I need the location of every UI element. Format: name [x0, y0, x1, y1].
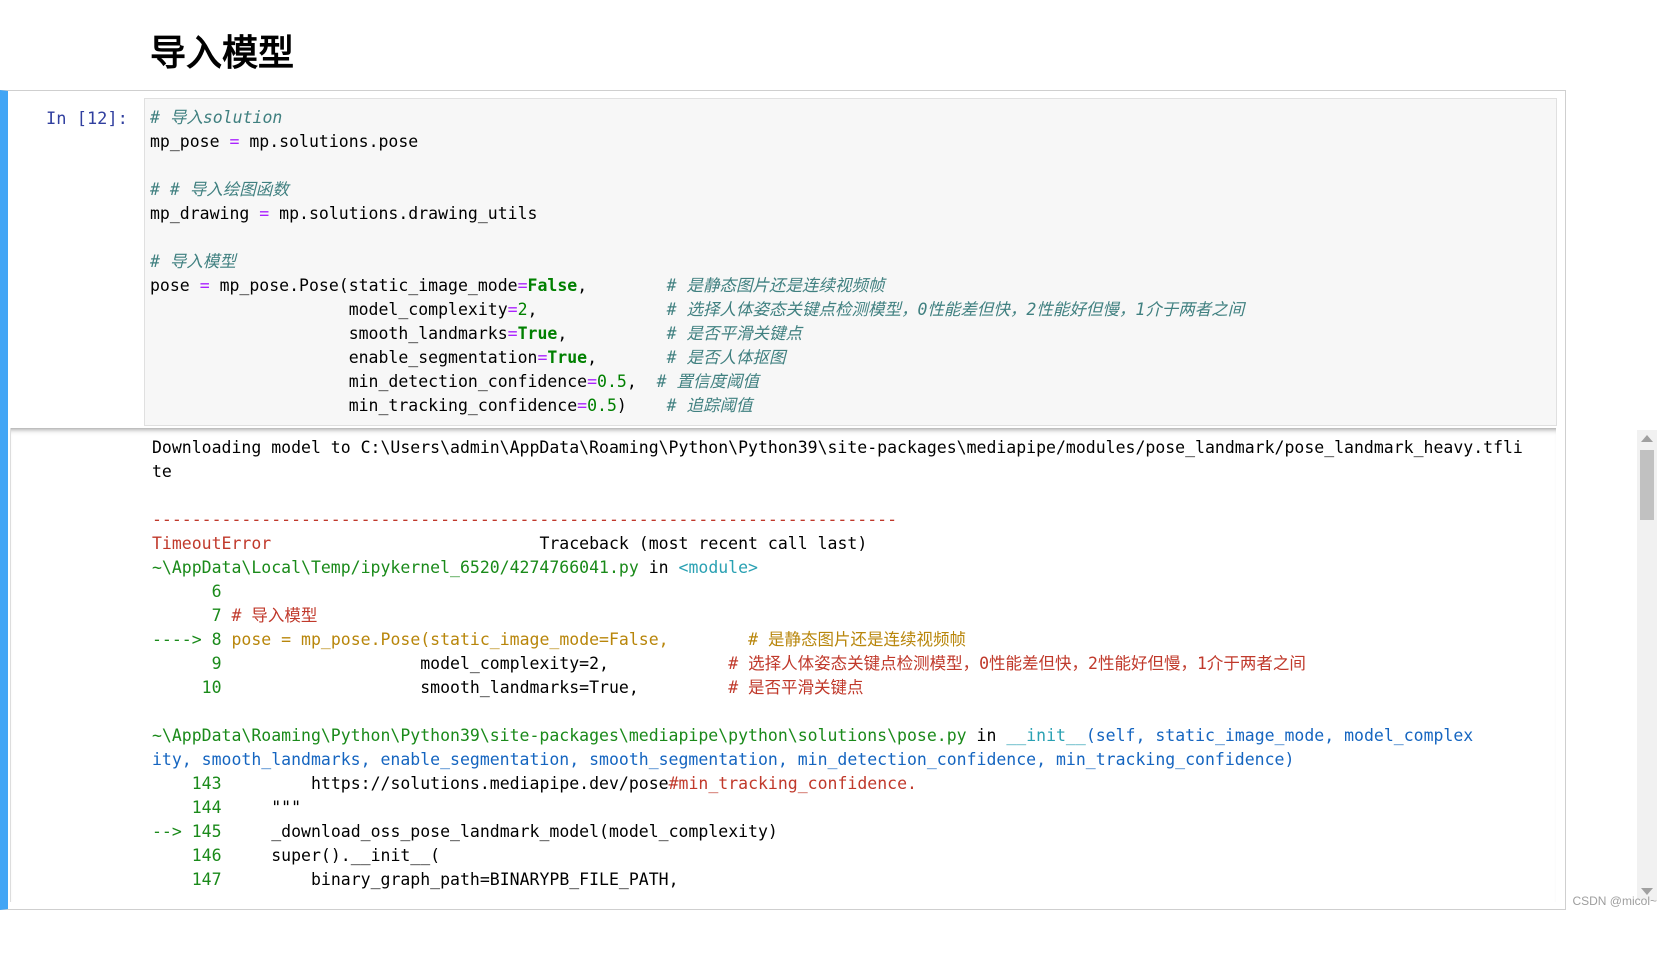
code-text: mp_pose.Pose(static_image_mode [219, 276, 518, 295]
function-signature: (self, static_image_mode, model_complex [1085, 726, 1474, 745]
code-text: pose [150, 276, 190, 295]
code-text: mp.solutions.pose [249, 132, 419, 151]
line-number: 6 [211, 582, 222, 601]
line-number: 147 [191, 870, 222, 889]
operator: = [199, 276, 210, 295]
trace-code: super().__init__( [271, 846, 441, 865]
code-comment: # 导入模型 [150, 252, 236, 271]
code-text: mp_pose [150, 132, 220, 151]
trace-comment: # 是静态图片还是连续视频帧 [748, 630, 966, 649]
keyword: True [547, 348, 588, 367]
line-number: 10 [201, 678, 222, 697]
code-comment: # 是否人体抠图 [666, 348, 786, 367]
traceback-label: Traceback (most recent call last) [539, 534, 868, 553]
trace-comment: # 是否平滑关键点 [728, 678, 864, 697]
code-text: mp_drawing [150, 204, 250, 223]
trace-code: mp_pose.Pose(static_image_mode=False, [301, 630, 669, 649]
section-heading: 导入模型 [150, 33, 295, 74]
operator: = [229, 132, 240, 151]
line-number: 143 [191, 774, 222, 793]
number: 2 [517, 300, 528, 319]
watermark: CSDN @micol~ [1572, 894, 1657, 908]
download-message-wrap: te [152, 462, 172, 481]
traceback-file: ~\AppData\Local\Temp/ipykernel_6520/4274… [152, 558, 639, 577]
function-signature-wrap: ity, smooth_landmarks, enable_segmentati… [152, 750, 1295, 769]
trace-code: #min_tracking_confidence. [668, 774, 917, 793]
code-text: smooth_landmarks [348, 324, 508, 343]
code-comment: # 是静态图片还是连续视频帧 [666, 276, 885, 295]
operator: = [507, 300, 518, 319]
code-text: model_complexity [348, 300, 508, 319]
error-arrow: ----> [152, 630, 202, 649]
download-message: Downloading model to C:\Users\admin\AppD… [152, 438, 1523, 457]
trace-code: pose [231, 630, 272, 649]
code-comment: # 是否平滑关键点 [666, 324, 802, 343]
trace-comment: # 选择人体姿态关键点检测模型，0性能差但快，2性能好但慢，1介于两者之间 [728, 654, 1306, 673]
trace-code: _download_oss_pose_landmark_model(model_… [271, 822, 778, 841]
module-name: <module> [678, 558, 758, 577]
trace-code: smooth_landmarks=True, [420, 678, 639, 697]
trace-code: """ [271, 798, 302, 817]
operator: = [537, 348, 548, 367]
code-comment: # 导入solution [150, 108, 283, 127]
code-comment: # 追踪阈值 [666, 396, 753, 415]
traceback-file: ~\AppData\Roaming\Python\Python39\site-p… [152, 726, 967, 745]
code-text: min_tracking_confidence [348, 396, 578, 415]
trace-code: model_complexity=2, [420, 654, 609, 673]
line-number: 144 [191, 798, 222, 817]
line-number: 146 [191, 846, 222, 865]
trace-code: # 导入模型 [231, 606, 318, 625]
trace-code: https://solutions.mediapipe.dev/pose [310, 774, 669, 793]
error-name: TimeoutError [152, 534, 272, 553]
operator: = [507, 324, 518, 343]
output-scrollbar[interactable] [1637, 430, 1657, 900]
in-keyword: in [976, 726, 997, 745]
operator: = [577, 396, 588, 415]
keyword: True [517, 324, 558, 343]
code-comment: # # 导入绘图函数 [150, 180, 289, 199]
line-number: 9 [211, 654, 222, 673]
scroll-up-icon[interactable] [1641, 435, 1653, 442]
function-name: __init__ [1006, 726, 1086, 745]
line-number: 8 [211, 630, 222, 649]
line-number: 145 [191, 822, 222, 841]
error-arrow: --> [152, 822, 182, 841]
code-text: mp.solutions.drawing_utils [279, 204, 538, 223]
operator: = [259, 204, 270, 223]
code-comment: # 选择人体姿态关键点检测模型，0性能差但快，2性能好但慢，1介于两者之间 [666, 300, 1245, 319]
number: 0.5 [587, 396, 617, 415]
scrollbar-thumb[interactable] [1640, 450, 1654, 520]
line-number: 7 [211, 606, 222, 625]
output-text: Downloading model to C:\Users\admin\AppD… [152, 436, 1523, 892]
operator: = [517, 276, 528, 295]
trace-operator: = [281, 630, 292, 649]
number: 0.5 [597, 372, 627, 391]
traceback-separator: ----------------------------------------… [152, 510, 898, 529]
code-text: enable_segmentation [348, 348, 538, 367]
in-keyword: in [648, 558, 669, 577]
input-prompt: In [12]: [46, 109, 128, 129]
code-comment: # 置信度阈值 [656, 372, 760, 391]
output-area[interactable]: Downloading model to C:\Users\admin\AppD… [10, 428, 1556, 902]
keyword: False [527, 276, 578, 295]
trace-code: binary_graph_path=BINARYPB_FILE_PATH, [310, 870, 679, 889]
code-editor[interactable]: # 导入solution mp_pose = mp.solutions.pose… [150, 106, 1244, 418]
code-text: min_detection_confidence [348, 372, 588, 391]
operator: = [587, 372, 598, 391]
